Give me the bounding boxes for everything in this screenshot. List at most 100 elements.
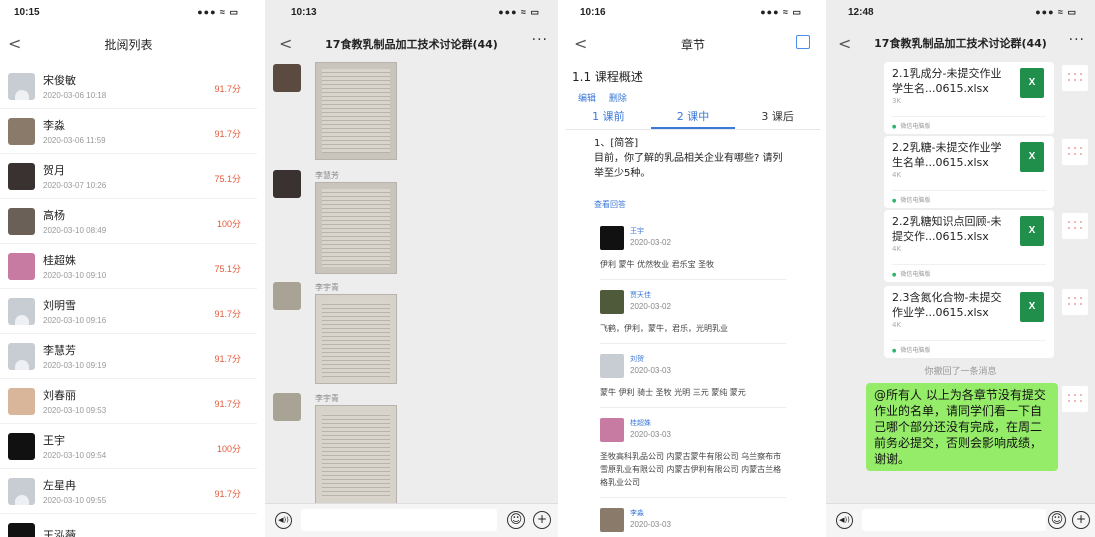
- avatar: [8, 252, 35, 280]
- file-source: 微信电脑版: [892, 116, 1046, 130]
- student-row[interactable]: 李慧芳 2020-03-10 09:19 91.7分: [0, 334, 257, 379]
- avatar[interactable]: [1061, 138, 1089, 166]
- score-value: 91.7分: [214, 84, 241, 94]
- answer-date: 2020-03-02: [630, 302, 671, 311]
- author-name[interactable]: 王宇: [630, 226, 671, 236]
- edit-link[interactable]: 编辑: [578, 94, 596, 104]
- answer-author: 桂超姝 2020-03-03: [630, 418, 671, 439]
- section-title: 1.1 课程概述: [572, 70, 643, 84]
- student-info: 王泓薇: [43, 527, 249, 537]
- answer-item: 李淼 2020-03-03: [600, 498, 786, 537]
- voice-icon[interactable]: ◀)): [275, 512, 292, 529]
- student-row[interactable]: 李淼 2020-03-06 11:59 91.7分: [0, 109, 257, 154]
- share-icon[interactable]: [796, 35, 810, 49]
- score-value: 75.1分: [214, 264, 241, 274]
- signal-icon: ●●● ≈ ▭: [760, 6, 802, 17]
- excel-file-icon: X: [1020, 68, 1044, 98]
- photo-message[interactable]: [315, 294, 397, 384]
- author-name[interactable]: 刘贺: [630, 354, 671, 364]
- tab-after-class[interactable]: 3 课后: [735, 106, 820, 129]
- excel-file-icon: X: [1020, 216, 1044, 246]
- sender-name: 李宇青: [315, 283, 339, 292]
- back-icon[interactable]: <: [8, 34, 21, 53]
- more-icon[interactable]: ···: [532, 32, 548, 48]
- chat-message: 李慧芳: [273, 170, 423, 278]
- file-name: 2.2乳糖知识点回顾-未提交作...0615.xlsx: [892, 215, 1002, 243]
- status-time: 10:13: [291, 6, 317, 18]
- avatar[interactable]: [273, 170, 301, 198]
- status-time: 10:16: [580, 6, 606, 18]
- file-size: 4K: [892, 171, 902, 179]
- author-name[interactable]: 贾天佳: [630, 290, 671, 300]
- message-input[interactable]: [862, 509, 1046, 531]
- answer-item: 贾天佳 2020-03-02 飞鹤，伊利，蒙牛，君乐，光明乳业: [600, 280, 786, 344]
- avatar: [600, 290, 624, 314]
- file-message[interactable]: 2.2乳糖知识点回顾-未提交作...0615.xlsx 4K 微信电脑版 X: [884, 210, 1054, 282]
- delete-link[interactable]: 删除: [609, 94, 627, 104]
- student-row[interactable]: 桂超姝 2020-03-10 09:10 75.1分: [0, 244, 257, 289]
- score-value: 75.1分: [214, 174, 241, 184]
- avatar[interactable]: [273, 64, 301, 92]
- photo-message[interactable]: [315, 182, 397, 274]
- status-bar: 10:15 ●●● ≈ ▭: [0, 0, 257, 24]
- file-message[interactable]: 2.1乳成分-未提交作业学生名...0615.xlsx 3K 微信电脑版 X: [884, 62, 1054, 134]
- nav-bar: < 批阅列表: [0, 24, 257, 64]
- author-name[interactable]: 桂超姝: [630, 418, 671, 428]
- answer-text: 蒙牛 伊利 骑士 圣牧 光明 三元 蒙纯 蒙元: [600, 388, 746, 397]
- plus-icon[interactable]: +: [1072, 511, 1090, 529]
- voice-icon[interactable]: ◀)): [836, 512, 853, 529]
- plus-icon[interactable]: +: [533, 511, 551, 529]
- more-icon[interactable]: ···: [1069, 32, 1085, 48]
- back-icon[interactable]: <: [838, 34, 851, 53]
- answer-text: 圣牧高科乳品公司 内蒙古蒙牛有限公司 乌兰察布市雪原乳业有限公司 内蒙古伊利有限…: [600, 452, 782, 487]
- status-bar: 12:48 ●●● ≈ ▭: [826, 0, 1095, 24]
- student-row[interactable]: 刘春丽 2020-03-10 09:53 91.7分: [0, 379, 257, 424]
- back-icon[interactable]: <: [574, 34, 587, 53]
- avatar: [600, 418, 624, 442]
- file-size: 4K: [892, 321, 902, 329]
- emoji-icon[interactable]: ☺: [1048, 511, 1066, 529]
- avatar: [8, 432, 35, 460]
- answer-date: 2020-03-03: [630, 430, 671, 439]
- avatar[interactable]: [273, 282, 301, 310]
- student-row[interactable]: 刘明雪 2020-03-10 09:16 91.7分: [0, 289, 257, 334]
- avatar[interactable]: [1061, 212, 1089, 240]
- student-row[interactable]: 王宇 2020-03-10 09:54 100分: [0, 424, 257, 469]
- avatar: [8, 162, 35, 190]
- edit-actions: 编辑 删除: [566, 89, 820, 106]
- tab-in-class[interactable]: 2 课中: [650, 106, 736, 129]
- emoji-icon[interactable]: ☺: [507, 511, 525, 529]
- file-message[interactable]: 2.2乳糖-未提交作业学生名单...0615.xlsx 4K 微信电脑版 X: [884, 136, 1054, 208]
- back-icon[interactable]: <: [279, 34, 292, 53]
- avatar: [8, 342, 35, 370]
- answer-date: 2020-03-03: [630, 366, 671, 375]
- photo-message[interactable]: [315, 62, 397, 160]
- view-answers-link[interactable]: 查看回答: [566, 181, 820, 216]
- student-row[interactable]: 宋俊敏 2020-03-06 10:18 91.7分: [0, 64, 257, 109]
- avatar: [600, 354, 624, 378]
- chat-title: 17食教乳制品加工技术讨论群(44): [874, 37, 1047, 50]
- file-name: 2.2乳糖-未提交作业学生名单...0615.xlsx: [892, 141, 1002, 169]
- student-row[interactable]: 左星冉 2020-03-10 09:55 91.7分: [0, 469, 257, 514]
- answer-item: 桂超姝 2020-03-03 圣牧高科乳品公司 内蒙古蒙牛有限公司 乌兰察布市雪原乳…: [600, 408, 786, 498]
- avatar: [8, 522, 35, 537]
- photo-message[interactable]: [315, 405, 397, 505]
- message-input[interactable]: [301, 509, 497, 531]
- avatar[interactable]: [1061, 385, 1089, 413]
- student-row[interactable]: 贺月 2020-03-07 10:26 75.1分: [0, 154, 257, 199]
- excel-file-icon: X: [1020, 142, 1044, 172]
- group-chat-screen: 10:13 ●●● ≈ ▭ < 17食教乳制品加工技术讨论群(44) ··· 李…: [265, 0, 558, 537]
- status-bar: 10:16 ●●● ≈ ▭: [566, 0, 820, 24]
- chat-title: 17食教乳制品加工技术讨论群(44): [325, 38, 498, 51]
- tab-before-class[interactable]: 1 课前: [566, 106, 651, 129]
- avatar: [8, 117, 35, 145]
- avatar[interactable]: [1061, 288, 1089, 316]
- score-value: 91.7分: [214, 354, 241, 364]
- avatar[interactable]: [273, 393, 301, 421]
- text-message[interactable]: @所有人 以上为各章节没有提交作业的名单，请同学们看一下自己哪个部分还没有完成，…: [866, 383, 1058, 471]
- author-name[interactable]: 李淼: [630, 508, 671, 518]
- avatar[interactable]: [1061, 64, 1089, 92]
- student-row[interactable]: 王泓薇: [0, 514, 257, 537]
- file-message[interactable]: 2.3含氮化合物-未提交作业学...0615.xlsx 4K 微信电脑版 X: [884, 286, 1054, 358]
- student-row[interactable]: 高杨 2020-03-10 08:49 100分: [0, 199, 257, 244]
